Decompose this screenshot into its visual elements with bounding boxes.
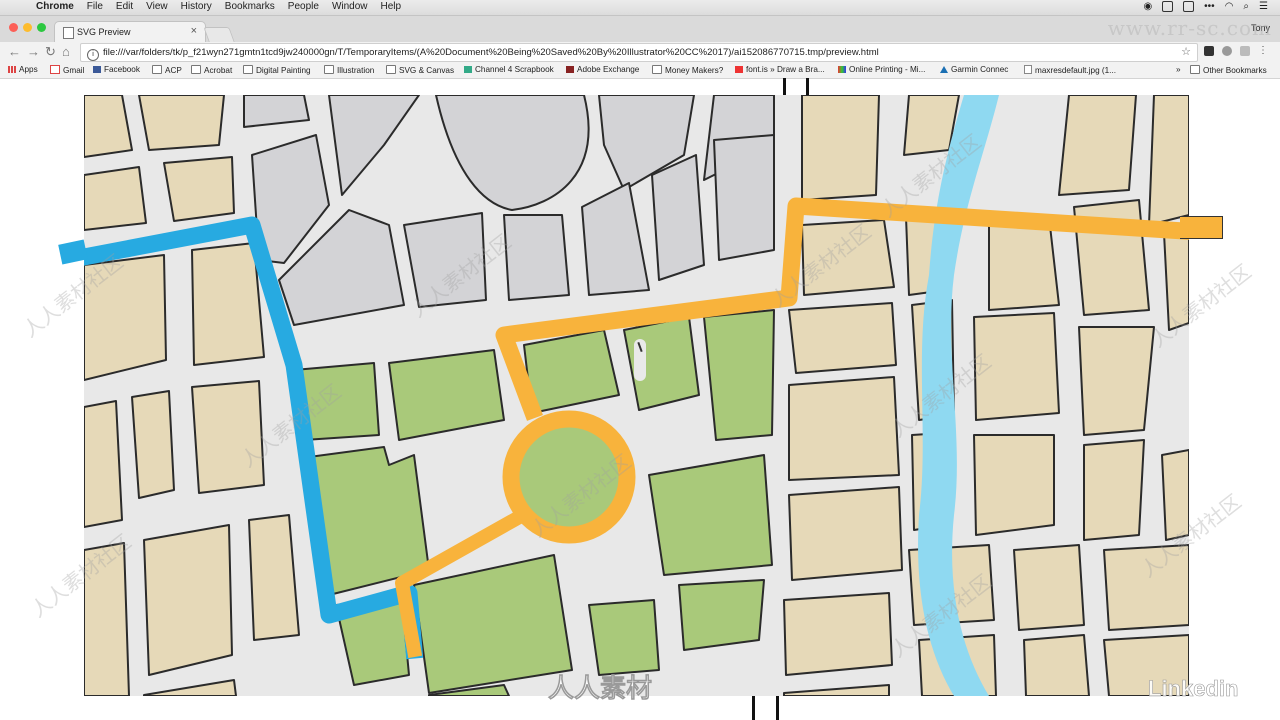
plaza-blocks — [243, 95, 775, 326]
frame-divider — [806, 78, 809, 96]
channel4-icon — [464, 66, 472, 73]
adobe-exchange-icon — [566, 66, 574, 73]
display-icon[interactable] — [1183, 1, 1195, 12]
more-icon[interactable]: ••• — [1204, 1, 1215, 12]
browser-toolbar: ← → ↻ ⌂ i file:///var/folders/tk/p_f21wyn… — [0, 42, 1280, 63]
airplay-icon[interactable] — [1162, 1, 1174, 12]
folder-icon — [191, 65, 201, 74]
fontis-icon — [735, 66, 743, 73]
back-arrow-icon[interactable]: ← — [8, 44, 21, 60]
frame-divider — [783, 78, 786, 96]
bookmarks-overflow-button[interactable]: » — [1176, 65, 1181, 74]
menu-history[interactable]: History — [181, 1, 212, 12]
orange-route-overflow — [1180, 216, 1223, 239]
bookmark-channel-4-scrapbook[interactable]: Channel 4 Scrapbook — [464, 65, 554, 74]
menu-file[interactable]: File — [87, 1, 103, 12]
bookmark-illustration[interactable]: Illustration — [324, 65, 374, 75]
folder-icon — [652, 65, 662, 74]
mac-menu-bar: Chrome File Edit View History Bookmarks … — [0, 0, 1280, 16]
page-info-icon[interactable]: i — [87, 49, 99, 61]
linkedin-logo: Linkedin — [1148, 676, 1239, 702]
menu-edit[interactable]: Edit — [116, 1, 133, 12]
watermark-site: www.rr-sc.com — [1107, 16, 1272, 40]
bookmark-garmin-connect[interactable]: Garmin Connec — [940, 65, 1008, 74]
bookmark-money-makers[interactable]: Money Makers? — [652, 65, 723, 75]
bookmark-gmail[interactable]: Gmail — [50, 65, 84, 75]
pinterest-icon[interactable] — [1222, 45, 1232, 56]
tab-title: SVG Preview — [77, 27, 131, 37]
close-tab-icon[interactable]: × — [191, 25, 197, 37]
close-window-icon[interactable] — [9, 23, 18, 32]
new-tab-button[interactable] — [203, 27, 235, 42]
wifi-icon[interactable]: ◠ — [1225, 1, 1234, 12]
minimize-window-icon[interactable] — [23, 23, 32, 32]
bookmark-fontis[interactable]: font.is » Draw a Bra... — [735, 65, 825, 74]
bookmark-acrobat[interactable]: Acrobat — [191, 65, 232, 75]
bookmark-digital-painting[interactable]: Digital Painting — [243, 65, 311, 75]
frame-divider — [752, 696, 755, 720]
bookmarks-bar: Apps Gmail Facebook ACP Acrobat Digital … — [0, 63, 1280, 79]
bookmark-online-printing[interactable]: Online Printing - Mi... — [838, 65, 925, 74]
address-url: file:///var/folders/tk/p_f21wyn271gmtn1t… — [103, 47, 879, 58]
bookmark-maxresdefault[interactable]: maxresdefault.jpg (1... — [1024, 65, 1116, 75]
menu-people[interactable]: People — [288, 1, 319, 12]
gmail-icon — [50, 65, 60, 74]
notification-list-icon[interactable]: ☰ — [1259, 1, 1268, 12]
file-icon — [1024, 65, 1032, 74]
menu-window[interactable]: Window — [332, 1, 368, 12]
other-bookmarks[interactable]: Other Bookmarks — [1190, 65, 1267, 75]
bookmark-star-icon[interactable]: ☆ — [1181, 44, 1191, 61]
zoom-window-icon[interactable] — [37, 23, 46, 32]
tab-strip: SVG Preview × Tony — [0, 16, 1280, 43]
svg-map-preview[interactable] — [84, 95, 1189, 696]
menu-view[interactable]: View — [146, 1, 168, 12]
bookmark-acp[interactable]: ACP — [152, 65, 182, 75]
reload-icon[interactable]: ↻ — [45, 44, 56, 60]
folder-icon — [1190, 65, 1200, 74]
extension-icons: ⋮ — [1204, 45, 1268, 56]
menu-extras: ◉ ••• ◠ ⌕ ☰ — [1143, 1, 1268, 12]
east-blocks — [783, 95, 1189, 696]
facebook-icon — [93, 66, 101, 73]
frame-divider — [776, 696, 779, 720]
folder-icon — [243, 65, 253, 74]
folder-icon — [324, 65, 334, 74]
apps-grid-icon — [8, 66, 16, 73]
park-blocks — [293, 309, 775, 696]
bookmark-facebook[interactable]: Facebook — [93, 65, 140, 74]
eye-icon[interactable]: ◉ — [1143, 1, 1152, 12]
address-bar[interactable]: i file:///var/folders/tk/p_f21wyn271gmtn1… — [80, 43, 1198, 62]
city-map — [84, 95, 1189, 696]
garmin-icon — [940, 66, 948, 73]
tab-svg-preview[interactable]: SVG Preview × — [54, 21, 206, 43]
printing-icon — [838, 66, 846, 73]
menu-chrome[interactable]: Chrome — [36, 1, 74, 12]
bookmark-adobe-exchange[interactable]: Adobe Exchange — [566, 65, 639, 74]
bookmark-apps[interactable]: Apps — [8, 65, 38, 74]
window-controls — [9, 23, 46, 32]
forward-arrow-icon[interactable]: → — [27, 44, 40, 60]
spotlight-search-icon[interactable]: ⌕ — [1243, 1, 1249, 12]
folder-icon — [152, 65, 162, 74]
menu-help[interactable]: Help — [381, 1, 402, 12]
page-favicon-icon — [63, 27, 74, 39]
watermark-logo: 人人素材 — [548, 673, 653, 704]
app-menus: Chrome File Edit View History Bookmarks … — [36, 1, 414, 12]
bookmark-svg-canvas[interactable]: SVG & Canvas — [386, 65, 454, 75]
home-icon[interactable]: ⌂ — [62, 44, 70, 60]
folder-icon — [386, 65, 396, 74]
menu-bookmarks[interactable]: Bookmarks — [225, 1, 275, 12]
extension-icon[interactable] — [1204, 45, 1214, 56]
chrome-menu-icon[interactable]: ⋮ — [1258, 45, 1268, 56]
extension-icon[interactable] — [1240, 45, 1250, 56]
